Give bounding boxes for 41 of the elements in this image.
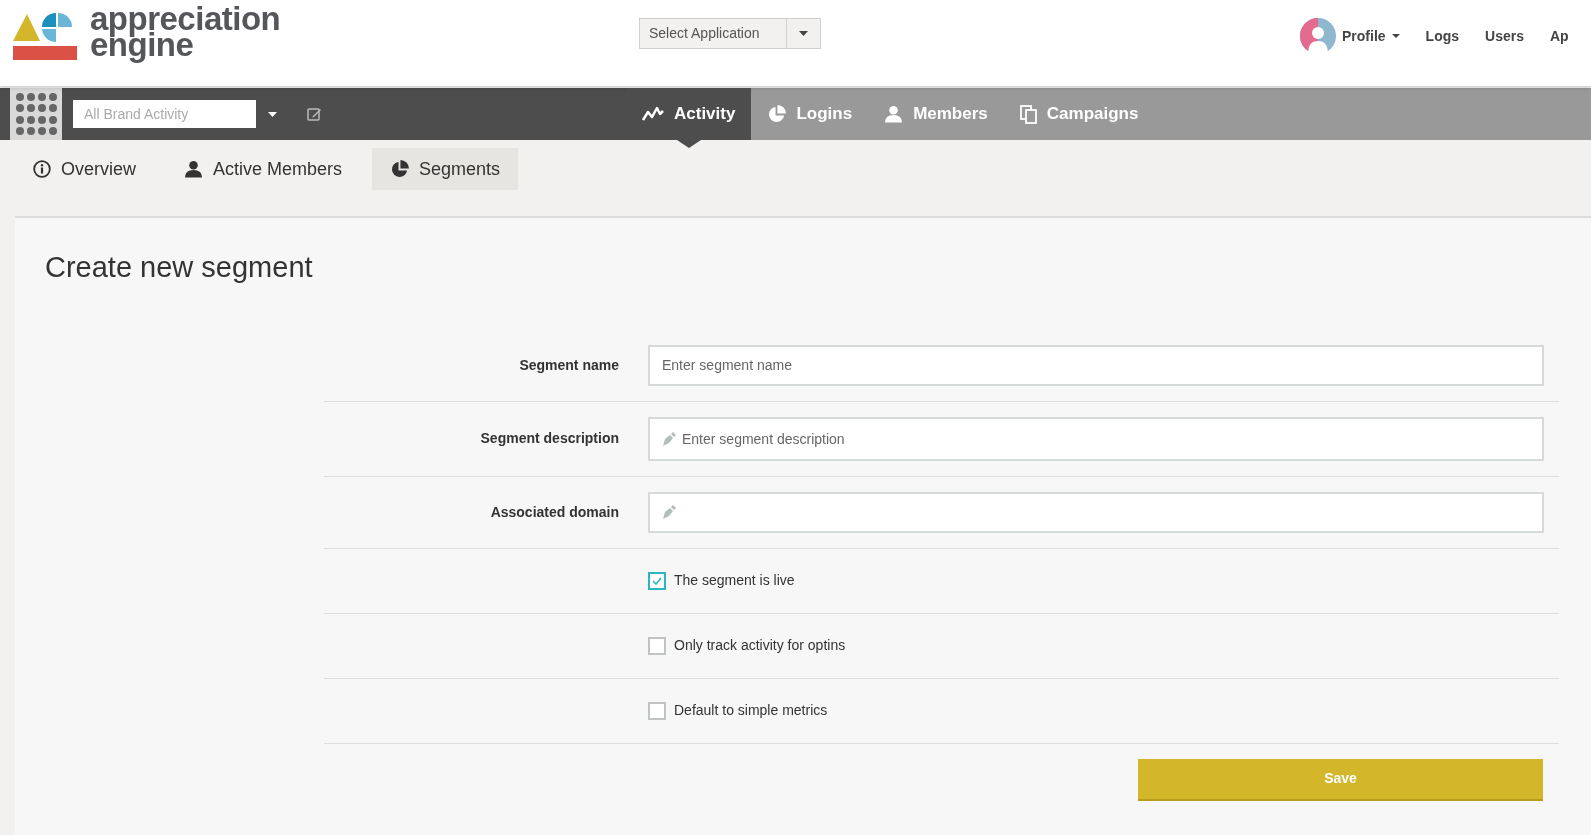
checkbox-option[interactable]: The segment is live [648,570,795,591]
application-select[interactable]: Select Application [639,18,821,49]
apps-grid-icon[interactable] [10,88,62,140]
caret-icon[interactable] [268,111,277,117]
nav-link[interactable]: Ap [1549,25,1569,47]
checkbox-option[interactable]: Default to simple metrics [648,700,828,721]
section-tab[interactable]: Segments [372,148,519,190]
person-icon [884,105,904,123]
pen-nib-icon [661,430,677,447]
select-placeholder: Select Application [648,24,761,43]
input-field[interactable]: Enter segment name [648,344,1544,386]
check-icon [652,576,662,585]
pie-chart-icon [390,159,410,179]
checkbox[interactable] [648,571,666,590]
field-label: Associated domain [489,502,619,522]
caret-icon [799,31,808,36]
caret-icon [1391,34,1400,38]
checkbox-option[interactable]: Only track activity for optins [648,635,846,656]
edit-icon[interactable] [307,107,322,121]
copy-icon [1019,104,1037,124]
info-icon [33,160,51,178]
field-label: Segment name [518,355,619,375]
active-tab-pointer [676,140,701,148]
nav-link[interactable]: Users [1485,25,1524,47]
person-icon [184,160,203,178]
checkbox[interactable] [648,701,666,720]
input-field[interactable] [648,491,1544,533]
field-label: Segment description [479,429,619,448]
nav-tab[interactable]: Activity [626,88,752,140]
pen-nib-icon [661,504,677,520]
profile-menu[interactable]: Profile [1300,18,1400,54]
section-tab[interactable]: Active Members [166,148,361,190]
checkbox[interactable] [648,636,666,655]
page-title: Create new segment [45,250,314,285]
brand-select-field[interactable]: All Brand Activity [73,100,256,128]
nav-link[interactable]: Logs [1425,25,1460,47]
pie-chart-icon [767,104,787,124]
description-field[interactable]: Enter segment description [648,416,1544,461]
section-tab[interactable]: Overview [15,148,154,190]
trend-line-icon [642,106,664,122]
avatar-icon [1300,18,1336,54]
